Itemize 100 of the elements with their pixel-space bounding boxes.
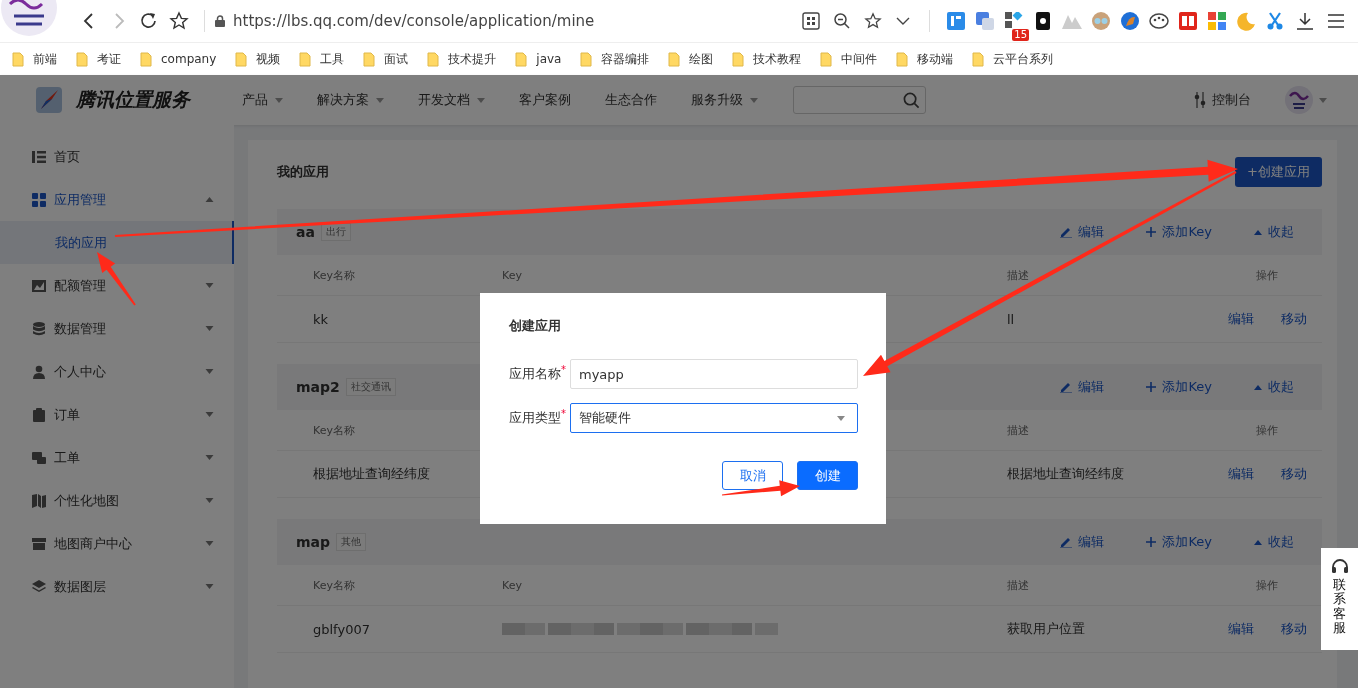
- sidebar-subitem[interactable]: 我的应用: [0, 221, 234, 264]
- sidebar-item[interactable]: 地图商户中心: [0, 522, 234, 565]
- sidebar-item[interactable]: 订单: [0, 393, 234, 436]
- bookmark-link[interactable]: 中间件: [841, 50, 878, 68]
- action-link[interactable]: 编辑: [1078, 223, 1105, 241]
- action-link[interactable]: 移动: [1281, 465, 1307, 483]
- bookmark-link[interactable]: 云平台系列: [993, 50, 1054, 68]
- field-label: 应用类型$^{*}$: [509, 408, 567, 428]
- contact-support-tab[interactable]: 联系客服: [1321, 548, 1358, 650]
- pencil-icon: [1060, 226, 1073, 238]
- nav-menu-item[interactable]: 开发文档: [418, 91, 470, 109]
- action-link[interactable]: 编辑: [1228, 310, 1254, 328]
- table-cell-text: 获取用户位置: [1007, 620, 1086, 638]
- nav-menu-item[interactable]: 客户案例: [519, 91, 571, 109]
- folder-icon: [580, 51, 593, 67]
- palette-icon[interactable]: [1149, 13, 1169, 29]
- download-icon[interactable]: [1296, 12, 1314, 30]
- sidebar-item[interactable]: 数据图层: [0, 565, 234, 608]
- bookmark-link[interactable]: 视频: [256, 50, 281, 68]
- compass-logo-icon: [36, 87, 62, 113]
- folder-icon: [299, 51, 312, 67]
- cancel-button[interactable]: 取消: [722, 461, 783, 490]
- column-header: 操作: [1255, 422, 1279, 438]
- page-title: 我的应用: [277, 163, 329, 181]
- bookmark-link[interactable]: 移动端: [917, 50, 954, 68]
- action-link[interactable]: 收起: [1268, 223, 1294, 241]
- column-header: 描述: [1007, 577, 1030, 593]
- folder-icon: [820, 51, 833, 67]
- sidebar-item[interactable]: 个性化地图: [0, 479, 234, 522]
- app-name-field[interactable]: myapp: [570, 359, 858, 389]
- layers-icon: [32, 579, 46, 594]
- action-link[interactable]: 编辑: [1228, 620, 1254, 638]
- bookmark-link[interactable]: 容器编排: [601, 50, 650, 68]
- nav-menu-item[interactable]: 产品: [242, 91, 268, 109]
- qr-code-icon[interactable]: [802, 12, 820, 30]
- caret-up-icon: [1254, 229, 1262, 235]
- tile-icon[interactable]: [947, 12, 965, 30]
- app-type-dropdown[interactable]: 智能硬件: [570, 403, 858, 433]
- bookmark-link[interactable]: company: [161, 52, 217, 66]
- column-header: 描述: [1007, 422, 1030, 438]
- bookmark-link[interactable]: java: [536, 52, 562, 66]
- globe-icon[interactable]: [1121, 12, 1139, 30]
- plus-icon: [1146, 382, 1157, 392]
- star-icon[interactable]: [864, 12, 882, 30]
- bookmark-link[interactable]: 技术提升: [448, 50, 497, 68]
- action-link[interactable]: 收起: [1268, 378, 1294, 396]
- column-header: Key: [502, 578, 523, 592]
- grid-icon[interactable]: [1208, 12, 1226, 30]
- console-link[interactable]: 控制台: [1212, 91, 1251, 109]
- bookmark-link[interactable]: 考证: [97, 50, 121, 68]
- action-link[interactable]: 添加Key: [1162, 378, 1212, 396]
- create-app-button[interactable]: +创建应用: [1235, 157, 1322, 187]
- folder-icon: [363, 51, 376, 67]
- action-link[interactable]: 移动: [1281, 620, 1307, 638]
- action-link[interactable]: 编辑: [1078, 533, 1105, 551]
- category-tag: 其他: [336, 533, 367, 551]
- folder-icon: [140, 51, 152, 67]
- create-button[interactable]: 创建: [797, 461, 858, 490]
- store-icon: [32, 536, 46, 551]
- translate-icon[interactable]: [976, 12, 994, 30]
- notification-badge: 15: [1012, 29, 1029, 41]
- list-icon: [32, 149, 46, 164]
- reload-icon[interactable]: [139, 11, 159, 31]
- column-header: 操作: [1255, 577, 1279, 593]
- action-link[interactable]: 添加Key: [1162, 533, 1212, 551]
- bookmark-link[interactable]: 工具: [320, 50, 345, 68]
- star-icon[interactable]: [169, 11, 189, 31]
- bookmark-link[interactable]: 绘图: [689, 50, 714, 68]
- menu-icon[interactable]: [1327, 12, 1345, 30]
- nav-menu-item[interactable]: 服务升级: [691, 91, 743, 109]
- scissors-icon[interactable]: [1266, 12, 1284, 30]
- sidebar-item[interactable]: 应用管理: [0, 178, 234, 221]
- avatar-icon[interactable]: [1285, 86, 1313, 114]
- nav-menu-item[interactable]: 生态合作: [605, 91, 657, 109]
- tile-icon[interactable]: [1179, 12, 1197, 30]
- device-icon[interactable]: [1036, 12, 1050, 30]
- sidebar-item[interactable]: 首页: [0, 135, 234, 178]
- action-link[interactable]: 添加Key: [1162, 223, 1212, 241]
- nav-menu-item[interactable]: 解决方案: [317, 91, 369, 109]
- action-link[interactable]: 收起: [1268, 533, 1294, 551]
- plus-icon: [1146, 227, 1157, 237]
- avatar-icon[interactable]: [0, 0, 58, 36]
- bookmark-link[interactable]: 面试: [384, 50, 409, 68]
- folder-icon: [732, 51, 745, 67]
- action-link[interactable]: 编辑: [1078, 378, 1105, 396]
- blocks-icon[interactable]: [1005, 12, 1023, 30]
- sidebar-item[interactable]: 工单: [0, 436, 234, 479]
- sidebar-item[interactable]: 个人中心: [0, 350, 234, 393]
- brand-name[interactable]: 腾讯位置服务: [76, 87, 190, 113]
- action-link[interactable]: 编辑: [1228, 465, 1254, 483]
- bookmark-link[interactable]: 技术教程: [753, 50, 802, 68]
- zoom-out-icon[interactable]: [833, 12, 851, 30]
- action-link[interactable]: 移动: [1281, 310, 1307, 328]
- address-bar[interactable]: https://lbs.qq.com/dev/console/application/mine: [233, 12, 595, 30]
- search-field[interactable]: [793, 86, 926, 114]
- table-cell-text: kk: [313, 311, 330, 327]
- contact-label: 联系客服: [1333, 578, 1346, 636]
- bookmark-link[interactable]: 前端: [33, 50, 57, 68]
- sidebar-item[interactable]: 数据管理: [0, 307, 234, 350]
- folder-icon: [12, 51, 24, 67]
